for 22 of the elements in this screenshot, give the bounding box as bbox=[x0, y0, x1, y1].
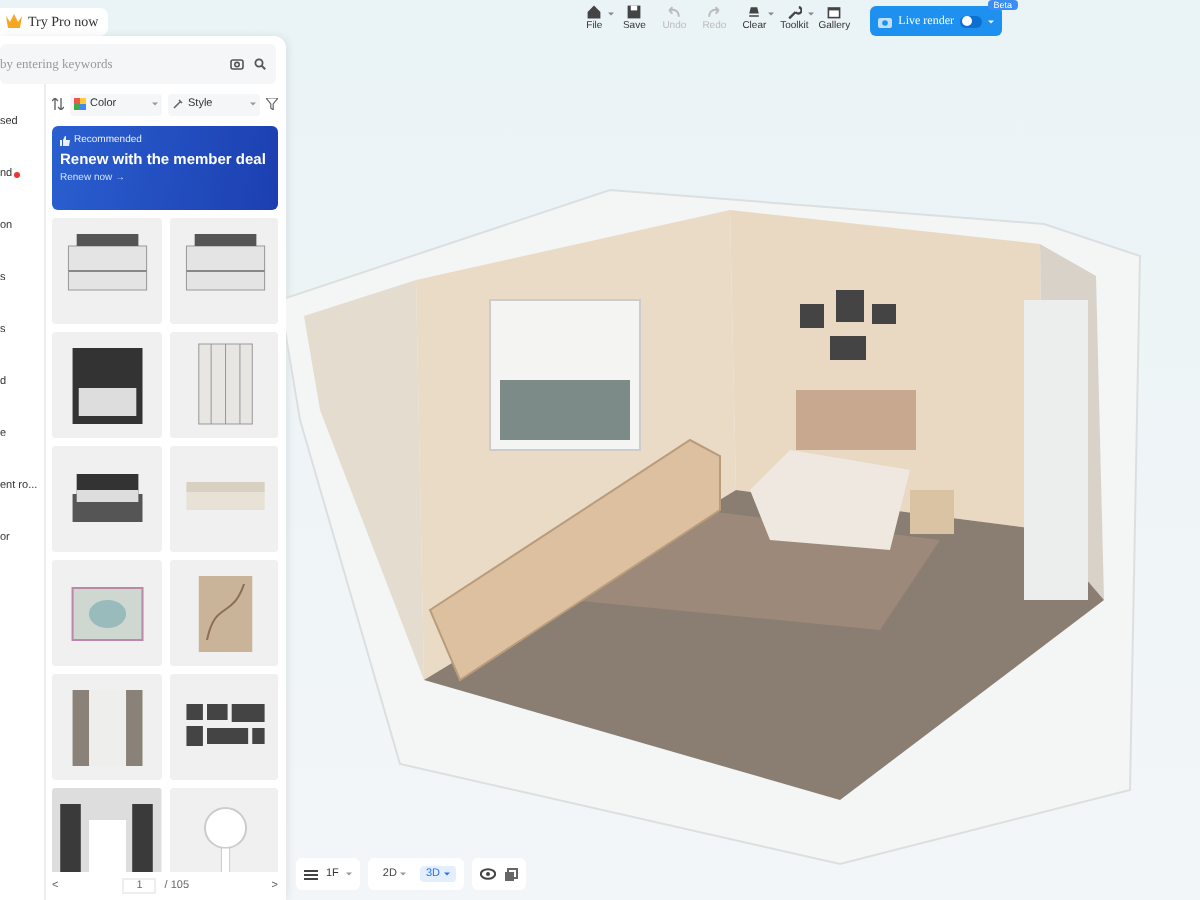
redo-icon bbox=[706, 4, 723, 20]
thumbs-up-icon bbox=[60, 135, 70, 145]
camera-icon bbox=[878, 15, 893, 27]
undo-icon bbox=[666, 4, 683, 20]
caret-icon bbox=[443, 872, 450, 876]
crown-icon bbox=[6, 14, 22, 28]
caret-icon bbox=[988, 19, 994, 23]
save-icon bbox=[626, 4, 643, 20]
sort-icon[interactable] bbox=[52, 98, 64, 110]
caret-icon bbox=[346, 872, 353, 876]
camera-icon bbox=[230, 58, 244, 70]
palette-icon bbox=[74, 98, 86, 110]
caret-icon bbox=[250, 102, 256, 106]
filter-icon[interactable] bbox=[266, 98, 278, 110]
copy-icon[interactable] bbox=[503, 867, 518, 881]
eye-icon[interactable] bbox=[479, 868, 496, 880]
caret-icon bbox=[399, 872, 406, 876]
caret-icon bbox=[152, 102, 158, 106]
toggle-switch[interactable] bbox=[960, 15, 982, 27]
gallery-icon bbox=[826, 4, 843, 20]
search-icon[interactable] bbox=[254, 58, 266, 70]
layers-icon bbox=[304, 867, 318, 881]
